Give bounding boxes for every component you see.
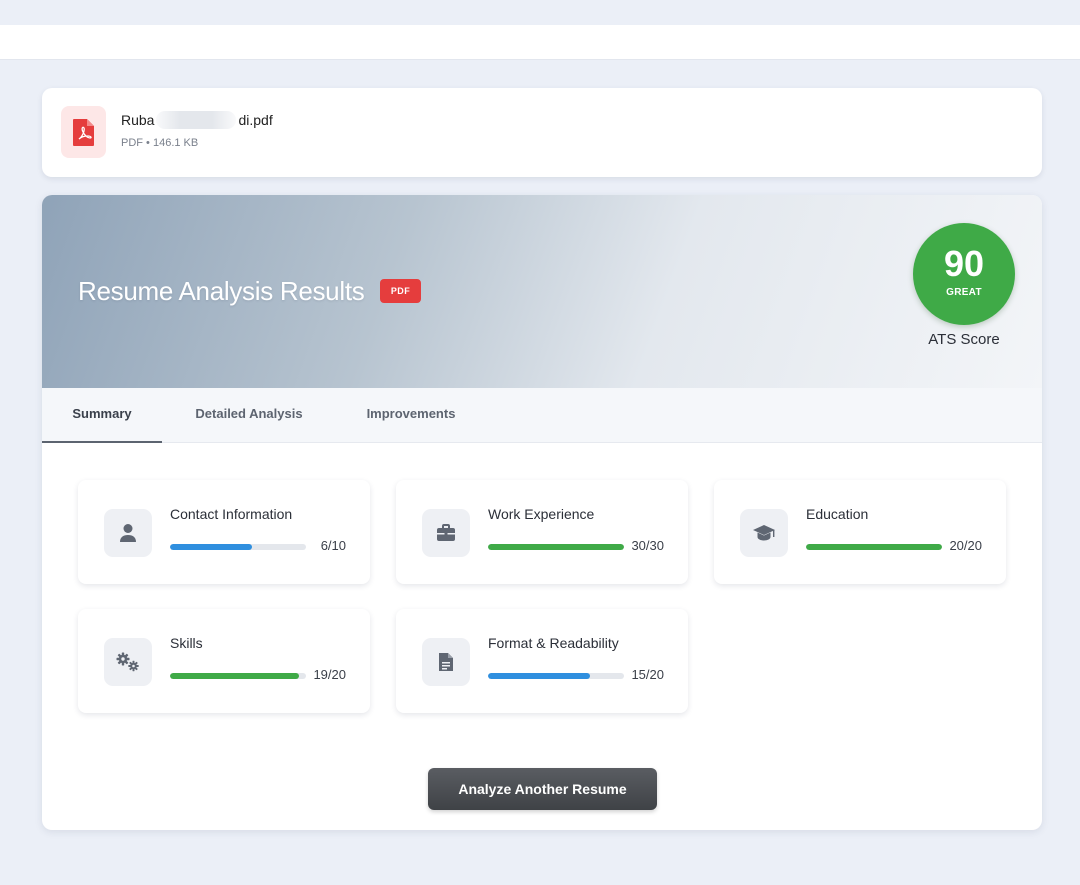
results-tabs: Summary Detailed Analysis Improvements bbox=[42, 388, 1042, 443]
metric-title: Education bbox=[806, 506, 869, 522]
tab-summary[interactable]: Summary bbox=[42, 388, 162, 443]
metric-title: Work Experience bbox=[488, 506, 595, 522]
tab-improvements[interactable]: Improvements bbox=[352, 388, 470, 443]
progress-fill bbox=[488, 673, 590, 679]
ats-score-circle: 90 GREAT bbox=[913, 223, 1015, 325]
file-card: Ruba di.pdf PDF • 146.1 KB bbox=[42, 88, 1042, 177]
file-name-start: Ruba bbox=[121, 112, 155, 128]
ats-score-caption: ATS Score bbox=[928, 331, 1000, 348]
results-title: Resume Analysis Results bbox=[78, 276, 365, 306]
progress-track bbox=[806, 544, 942, 550]
progress-fill bbox=[170, 673, 300, 679]
user-icon bbox=[104, 509, 152, 557]
results-panel: Resume Analysis Results PDF 90 GREAT ATS… bbox=[42, 195, 1042, 830]
graduation-cap-icon bbox=[740, 509, 788, 557]
ats-score-value: 90 bbox=[943, 243, 985, 284]
metric-score: 19/20 bbox=[313, 667, 346, 682]
progress-track bbox=[488, 673, 624, 679]
metric-card-work-experience: Work Experience 30/30 bbox=[396, 480, 688, 584]
ats-score-rating: GREAT bbox=[946, 287, 982, 298]
file-name-end: di.pdf bbox=[238, 112, 273, 128]
metric-title: Contact Information bbox=[170, 506, 293, 522]
document-icon bbox=[422, 638, 470, 686]
pdf-badge: PDF bbox=[380, 279, 421, 303]
progress-fill bbox=[488, 544, 624, 550]
progress-track bbox=[170, 673, 306, 679]
metric-title: Format & Readability bbox=[488, 635, 619, 651]
metric-card-contact-information: Contact Information 6/10 bbox=[78, 480, 370, 584]
progress-track bbox=[170, 544, 306, 550]
metric-title: Skills bbox=[170, 635, 203, 651]
results-header: Resume Analysis Results PDF 90 GREAT ATS… bbox=[42, 195, 1042, 388]
metric-card-format-readability: Format & Readability 15/20 bbox=[396, 609, 688, 713]
progress-fill bbox=[806, 544, 942, 550]
file-name: Ruba di.pdf bbox=[121, 111, 273, 129]
metric-score: 20/20 bbox=[949, 538, 982, 553]
analyze-another-resume-button[interactable]: Analyze Another Resume bbox=[428, 768, 657, 810]
file-meta: PDF • 146.1 KB bbox=[121, 137, 199, 149]
progress-track bbox=[488, 544, 624, 550]
tab-detailed-analysis[interactable]: Detailed Analysis bbox=[180, 388, 318, 443]
top-bar bbox=[0, 25, 1080, 60]
metric-card-education: Education 20/20 bbox=[714, 480, 1006, 584]
redacted-segment bbox=[156, 111, 237, 129]
progress-fill bbox=[170, 544, 252, 550]
metric-score: 6/10 bbox=[320, 538, 346, 553]
gears-icon bbox=[104, 638, 152, 686]
pdf-file-icon bbox=[61, 106, 106, 158]
metric-score: 15/20 bbox=[631, 667, 664, 682]
briefcase-icon bbox=[422, 509, 470, 557]
metric-score: 30/30 bbox=[631, 538, 664, 553]
metric-card-skills: Skills 19/20 bbox=[78, 609, 370, 713]
